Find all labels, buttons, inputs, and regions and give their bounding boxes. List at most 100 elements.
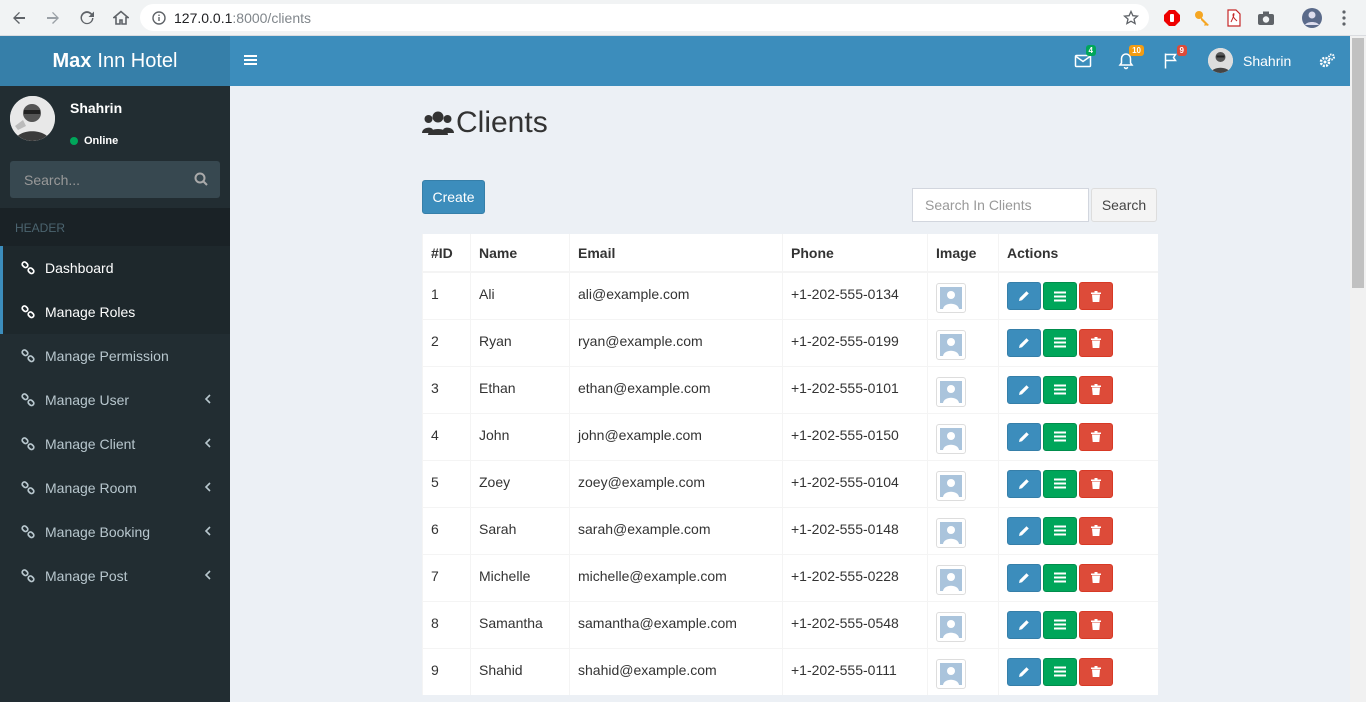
clients-search-input[interactable] [912,188,1089,222]
view-button[interactable] [1043,516,1077,545]
edit-button[interactable] [1007,469,1041,498]
address-bar[interactable]: 127.0.0.1:8000/clients [140,4,1149,31]
cell-image [927,459,999,507]
delete-button[interactable] [1079,610,1113,639]
sidebar-avatar [10,96,55,141]
home-icon[interactable] [106,3,136,33]
browser-menu-icon[interactable] [1332,6,1356,30]
client-image[interactable] [936,470,966,501]
messages-button[interactable]: 4 [1074,45,1096,72]
user-status: Online [70,135,118,147]
search-button[interactable]: Search [1091,188,1157,222]
edit-button[interactable] [1007,610,1041,639]
table-row: 3 Ethan ethan@example.com +1-202-555-010… [422,365,1158,413]
control-sidebar-button[interactable] [1318,50,1340,72]
delete-button[interactable] [1079,516,1113,545]
cell-phone: +1-202-555-0101 [782,365,928,413]
column-header-email[interactable]: Email [569,234,783,273]
client-image[interactable] [936,423,966,454]
sidebar-search [10,161,220,198]
edit-button[interactable] [1007,375,1041,404]
sidebar-item-manage-post[interactable]: Manage Post [0,554,230,598]
client-image[interactable] [936,517,966,548]
view-button[interactable] [1043,610,1077,639]
column-header-actions[interactable]: Actions [998,234,1158,273]
client-image[interactable] [936,658,966,689]
column-header-phone[interactable]: Phone [782,234,928,273]
column-header-id[interactable]: #ID [422,234,471,273]
edit-button[interactable] [1007,282,1041,310]
delete-button[interactable] [1079,657,1113,686]
cell-id: 6 [422,506,471,554]
bookmark-star-icon[interactable] [1123,10,1139,26]
delete-button[interactable] [1079,469,1113,498]
edit-button[interactable] [1007,563,1041,592]
view-button[interactable] [1043,563,1077,592]
client-image[interactable] [936,329,966,360]
sidebar-item-manage-roles[interactable]: Manage Roles [0,290,230,334]
cell-image [927,365,999,413]
extension-adblock-icon[interactable] [1160,6,1184,30]
info-icon[interactable] [152,10,166,25]
extension-key-icon[interactable] [1190,6,1214,30]
trash-icon [1091,525,1101,536]
cell-phone: +1-202-555-0104 [782,459,928,507]
cell-image [927,412,999,460]
extension-camera-icon[interactable] [1254,6,1278,30]
reload-icon[interactable] [72,3,102,33]
extension-pdf-icon[interactable] [1222,6,1246,30]
search-icon[interactable] [194,172,208,186]
delete-button[interactable] [1079,282,1113,310]
cell-actions [998,506,1158,554]
sidebar-item-manage-permission[interactable]: Manage Permission [0,334,230,378]
cell-actions [998,600,1158,648]
table-row: 6 Sarah sarah@example.com +1-202-555-014… [422,506,1158,554]
edit-button[interactable] [1007,657,1041,686]
sidebar-item-manage-client[interactable]: Manage Client [0,422,230,466]
view-button[interactable] [1043,657,1077,686]
view-button[interactable] [1043,422,1077,451]
pencil-icon [1019,337,1029,348]
cell-image [927,647,999,695]
page-scrollbar[interactable] [1350,36,1366,702]
client-image[interactable] [936,283,966,313]
cell-image [927,553,999,601]
sidebar-toggle-icon[interactable] [244,53,258,67]
view-button[interactable] [1043,282,1077,310]
link-icon [21,393,35,407]
create-button[interactable]: Create [422,180,485,214]
delete-button[interactable] [1079,375,1113,404]
forward-icon[interactable] [38,3,68,33]
cell-email: sarah@example.com [569,506,783,554]
sidebar-item-dashboard[interactable]: Dashboard [0,246,230,290]
sidebar-item-manage-room[interactable]: Manage Room [0,466,230,510]
view-button[interactable] [1043,469,1077,498]
scrollbar-thumb[interactable] [1352,38,1364,288]
profile-avatar-icon[interactable] [1300,6,1324,30]
client-image[interactable] [936,564,966,595]
sidebar-search-input[interactable] [10,161,180,198]
cell-image [927,271,999,319]
column-header-image[interactable]: Image [927,234,999,273]
column-header-name[interactable]: Name [470,234,570,273]
back-icon[interactable] [4,3,34,33]
delete-button[interactable] [1079,422,1113,451]
delete-button[interactable] [1079,563,1113,592]
list-icon [1054,431,1066,442]
edit-button[interactable] [1007,328,1041,357]
cell-email: shahid@example.com [569,647,783,695]
view-button[interactable] [1043,375,1077,404]
notifications-button[interactable]: 10 [1118,45,1144,72]
brand-logo[interactable]: Max Inn Hotel [0,36,230,86]
view-button[interactable] [1043,328,1077,357]
cell-email: michelle@example.com [569,553,783,601]
edit-button[interactable] [1007,516,1041,545]
edit-button[interactable] [1007,422,1041,451]
sidebar-item-manage-booking[interactable]: Manage Booking [0,510,230,554]
client-image[interactable] [936,376,966,407]
sidebar-item-manage-user[interactable]: Manage User [0,378,230,422]
delete-button[interactable] [1079,328,1113,357]
client-image[interactable] [936,611,966,642]
user-menu[interactable]: Shahrin [1208,48,1291,73]
tasks-button[interactable]: 9 [1163,45,1187,72]
